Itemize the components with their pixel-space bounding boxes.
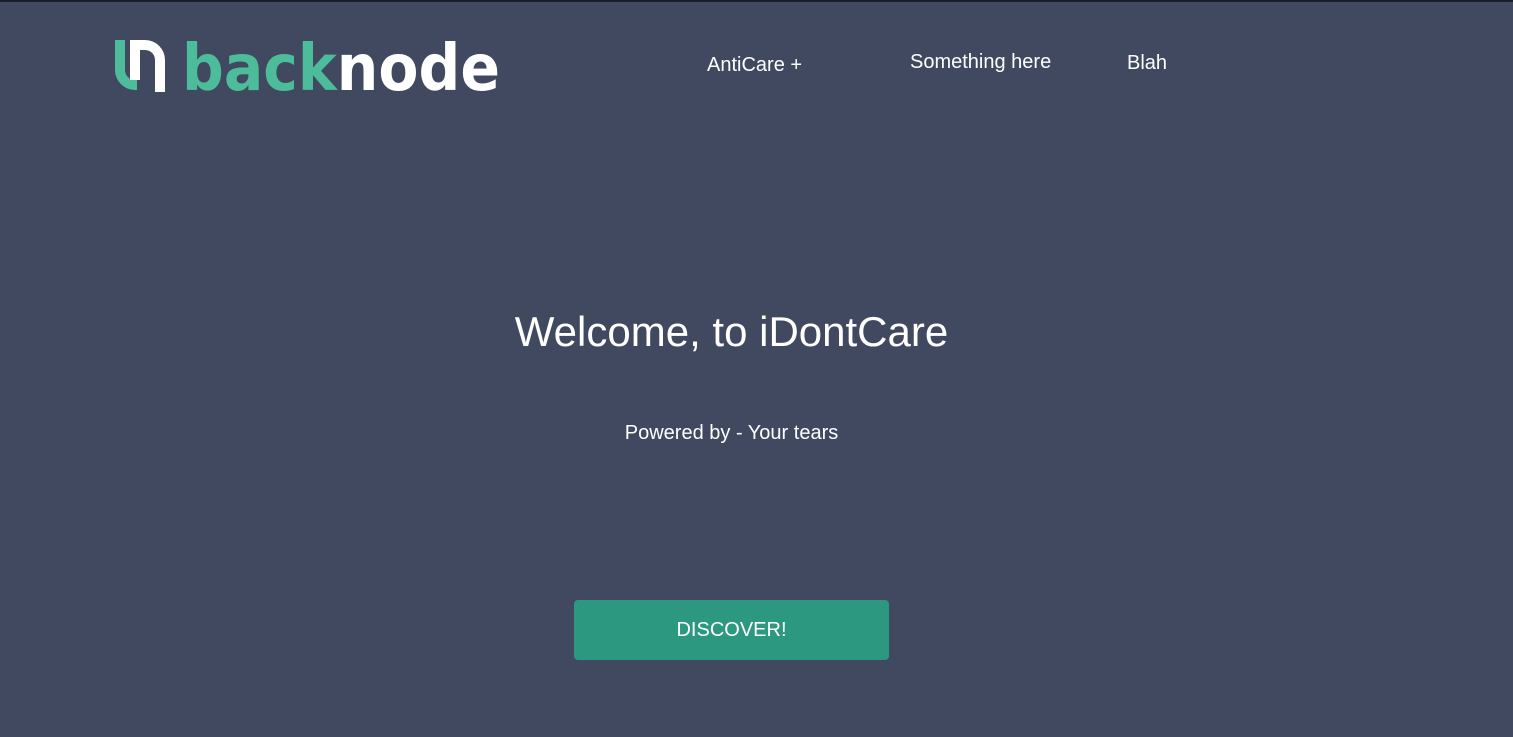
logo-text-back: back [182, 38, 338, 94]
nav-link-anticare[interactable]: AntiCare + [707, 54, 802, 77]
nav-link-blah[interactable]: Blah [1127, 52, 1167, 75]
hero-title: Welcome, to iDontCare [514, 308, 949, 355]
nav-link-something-here[interactable]: Something here [910, 51, 1051, 74]
logo-text-node: node [337, 38, 500, 94]
hero-subtitle: Powered by - Your tears [624, 422, 839, 444]
discover-button[interactable]: DISCOVER! [574, 600, 889, 660]
svg-text:backnode: backnode [182, 38, 500, 94]
backnode-logo[interactable]: backnode [114, 38, 506, 94]
backnode-logo-mark [115, 40, 165, 92]
